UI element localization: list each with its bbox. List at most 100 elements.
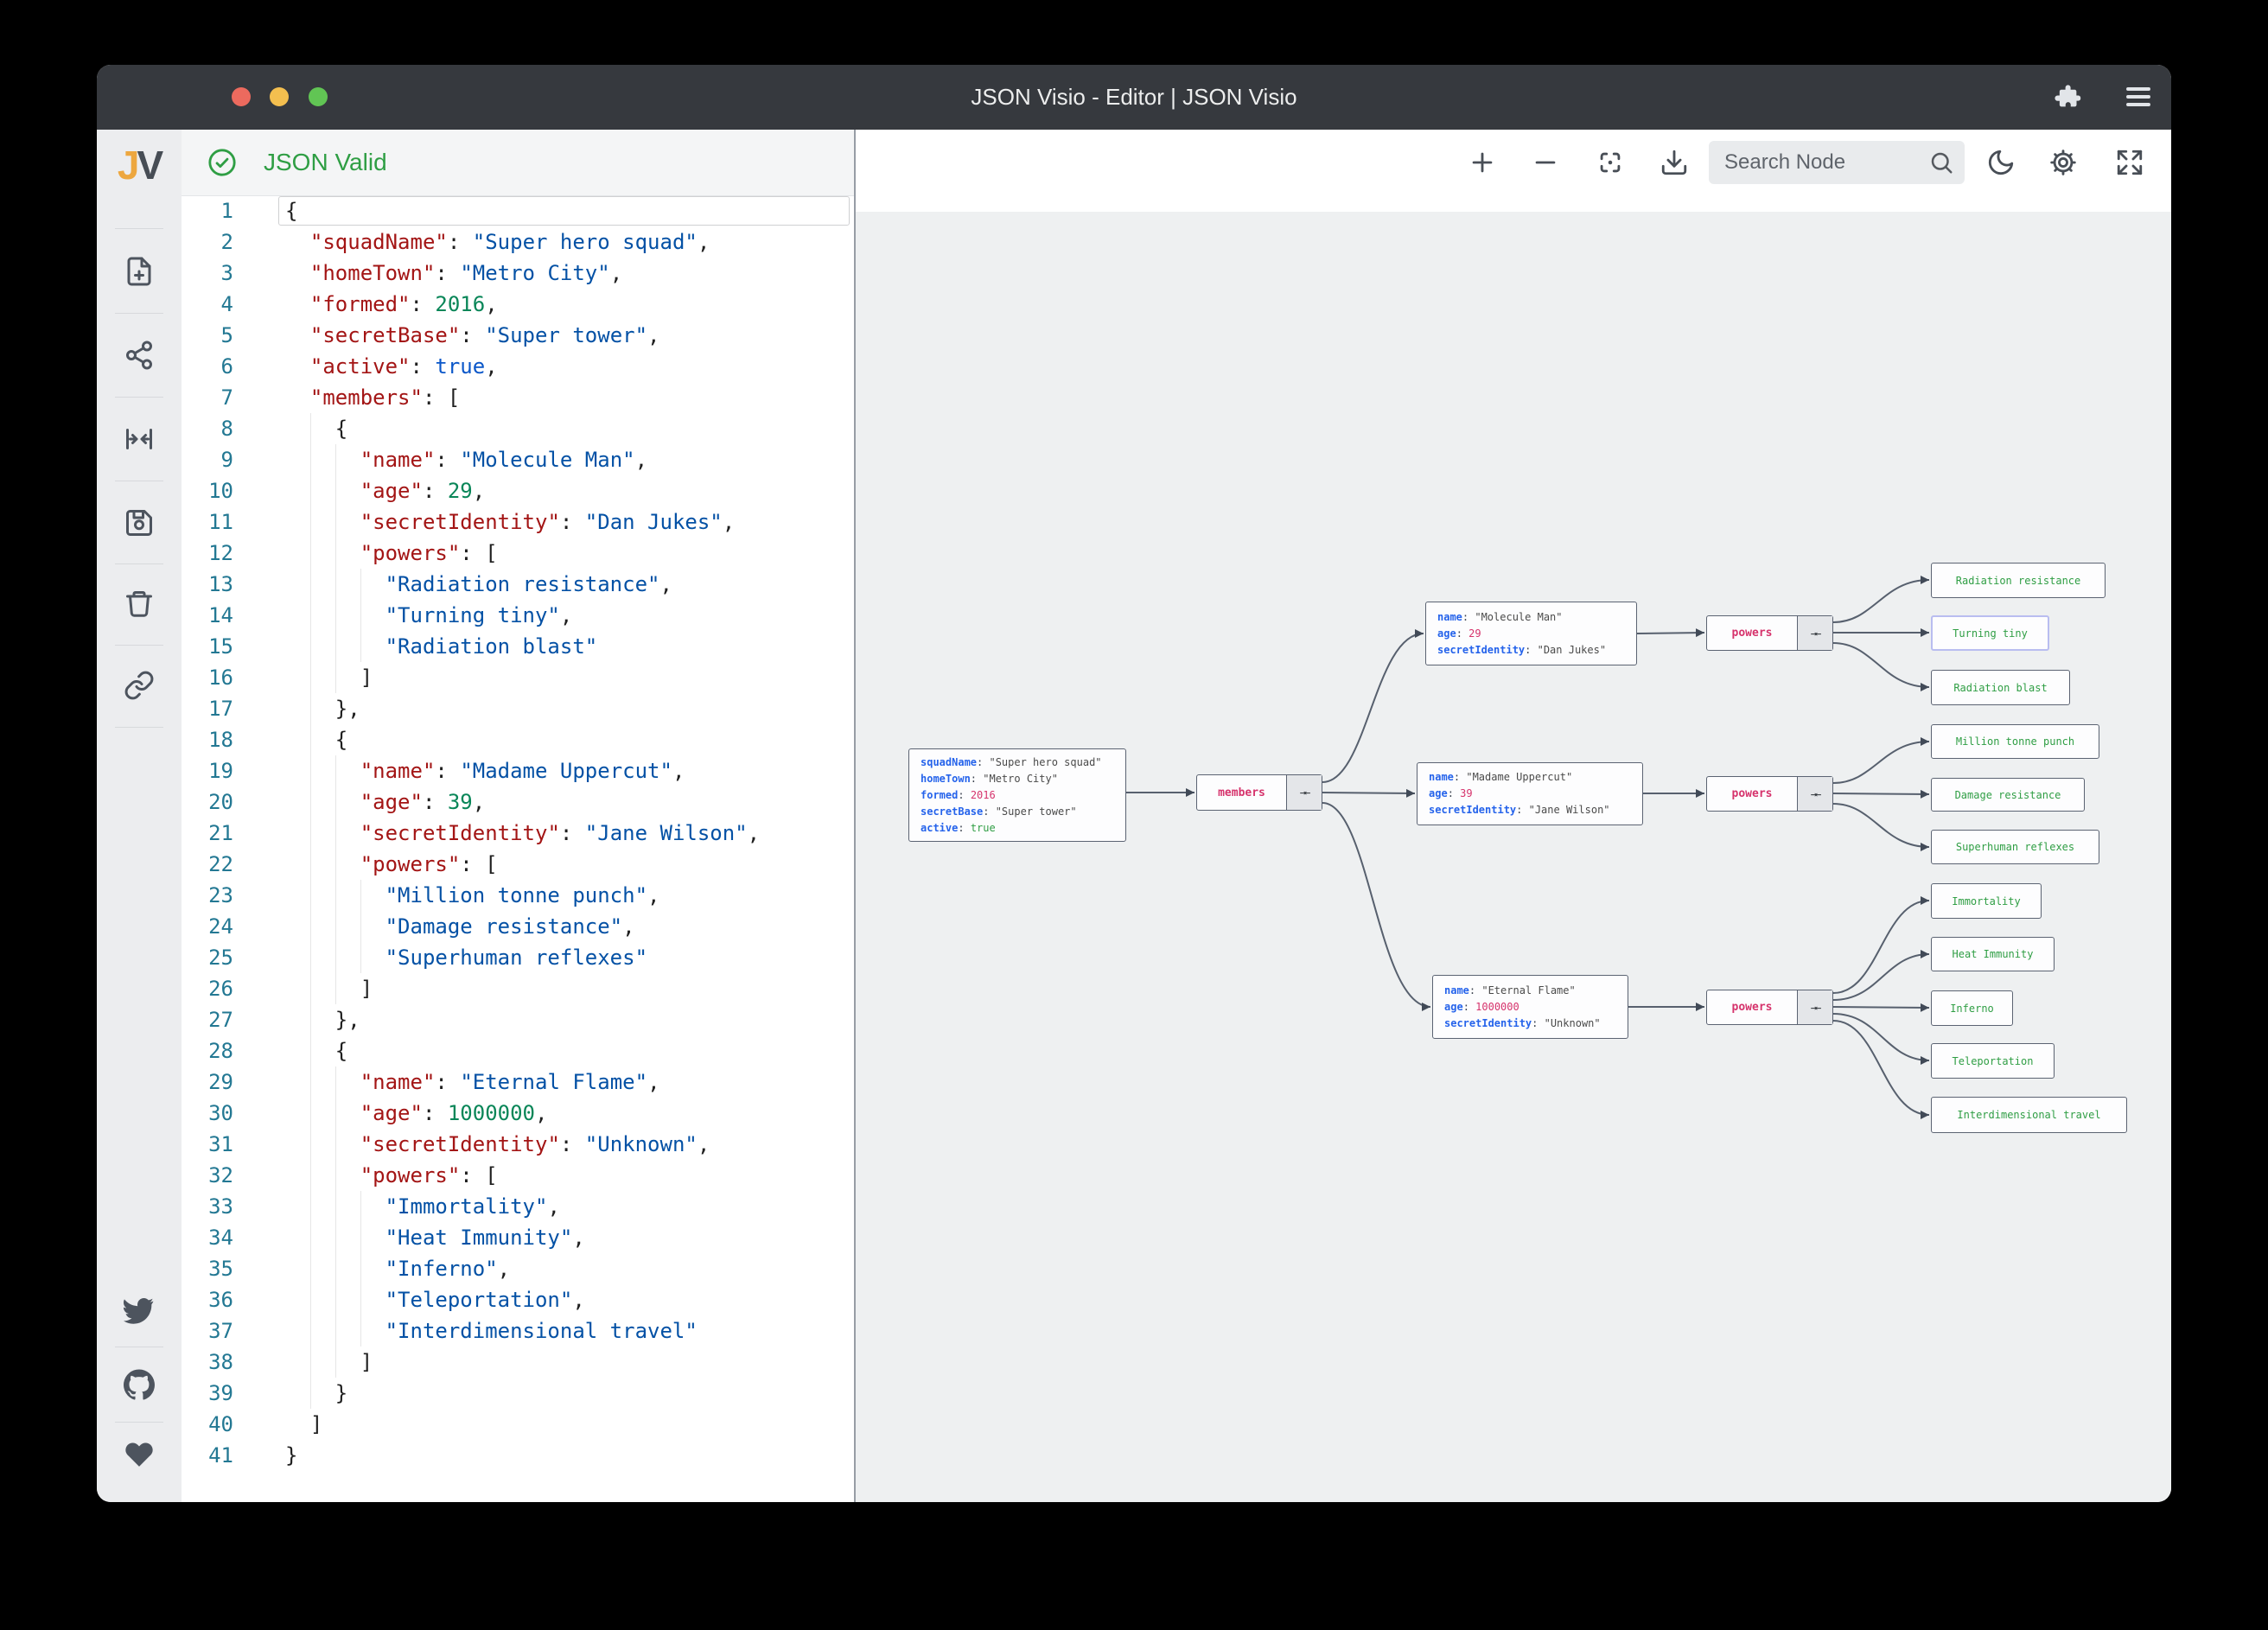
search-input[interactable] <box>1709 141 1932 184</box>
line-number: 12 <box>208 541 233 565</box>
download-icon[interactable] <box>1660 148 1689 177</box>
fullscreen-icon[interactable] <box>2115 148 2144 177</box>
settings-gear-icon[interactable] <box>2048 148 2078 177</box>
editor-line: 20 "age": 39, <box>182 786 854 818</box>
indent-guide <box>334 1253 336 1284</box>
collapse-button[interactable]: →← <box>1797 777 1832 811</box>
puzzle-icon[interactable] <box>2052 81 2083 112</box>
search-icon[interactable] <box>1928 150 1954 175</box>
graph-node-leaf-radiation-resistance[interactable]: Radiation resistance <box>1931 563 2106 598</box>
editor-line: 24 "Damage resistance", <box>182 911 854 942</box>
app-logo[interactable]: JV <box>97 142 182 188</box>
edge-members-to-member-eternal-flame <box>1322 802 1431 1011</box>
indent-guide <box>360 1315 361 1347</box>
json-editor[interactable]: 1{2 "squadName": "Super hero squad", 3 "h… <box>182 195 854 1502</box>
line-number: 19 <box>208 759 233 783</box>
indent-guide <box>334 662 336 693</box>
graph-node-leaf-teleportation[interactable]: Teleportation <box>1931 1043 2055 1079</box>
twitter-icon[interactable] <box>123 1296 155 1327</box>
edge-powers-2-to-leaf-damage-resistance <box>1832 789 1930 799</box>
editor-line: 7 "members": [ <box>182 382 854 413</box>
line-number: 14 <box>208 603 233 627</box>
editor-line: 12 "powers": [ <box>182 538 854 569</box>
graph-node-powers-2[interactable]: powers →← <box>1706 776 1833 812</box>
graph-node-leaf-superhuman-reflexes[interactable]: Superhuman reflexes <box>1931 830 2099 864</box>
collapse-button[interactable]: →← <box>1797 616 1832 650</box>
graph-node-leaf-turning-tiny[interactable]: Turning tiny <box>1931 615 2049 651</box>
github-icon[interactable] <box>124 1369 155 1400</box>
graph-node-member-molecule-man[interactable]: name: "Molecule Man" age: 29 secretIdentit… <box>1425 602 1637 665</box>
save-icon[interactable] <box>124 507 155 538</box>
indent-guide <box>309 506 311 538</box>
indent-guide <box>334 849 336 880</box>
focus-center-icon[interactable] <box>1596 148 1625 177</box>
line-number: 21 <box>208 821 233 845</box>
dark-mode-moon-icon[interactable] <box>1986 148 2016 177</box>
indent-guide <box>360 880 361 911</box>
line-number: 10 <box>208 479 233 503</box>
line-number: 15 <box>208 634 233 659</box>
trash-icon[interactable] <box>124 589 155 620</box>
indent-guide <box>334 475 336 506</box>
menu-icon[interactable] <box>2123 81 2154 112</box>
indent-guide <box>309 755 311 786</box>
indent-guide <box>309 600 311 631</box>
link-icon[interactable] <box>124 670 155 701</box>
line-number: 35 <box>208 1257 233 1281</box>
zoom-out-icon[interactable] <box>1531 148 1560 177</box>
graph-node-member-madame-uppercut[interactable]: name: "Madame Uppercut" age: 39 secretIden… <box>1417 762 1643 825</box>
editor-line: 35 "Inferno", <box>182 1253 854 1284</box>
heart-icon[interactable] <box>124 1439 155 1470</box>
indent-guide <box>309 1160 311 1191</box>
graph-node-leaf-immortality[interactable]: Immortality <box>1931 883 2042 919</box>
line-number: 33 <box>208 1194 233 1219</box>
indent-guide <box>360 569 361 600</box>
line-number: 25 <box>208 946 233 970</box>
graph-panel[interactable]: squadName: "Super hero squad" homeTown: "… <box>856 130 2171 1502</box>
status-label: JSON Valid <box>264 149 387 175</box>
graph-node-leaf-inferno[interactable]: Inferno <box>1931 990 2013 1026</box>
editor-line: 38 ] <box>182 1347 854 1378</box>
editor-line: 21 "secretIdentity": "Jane Wilson", <box>182 818 854 849</box>
graph-node-leaf-damage-resistance[interactable]: Damage resistance <box>1931 778 2085 812</box>
indent-guide <box>309 538 311 569</box>
sidebar-divider <box>115 228 163 229</box>
graph-node-leaf-heat-immunity[interactable]: Heat Immunity <box>1931 937 2055 971</box>
indent-guide <box>334 786 336 818</box>
graph-node-leaf-million-tonne-punch[interactable]: Million tonne punch <box>1931 724 2099 759</box>
editor-line: 31 "secretIdentity": "Unknown", <box>182 1129 854 1160</box>
share-icon[interactable] <box>124 340 155 371</box>
graph-node-member-eternal-flame[interactable]: name: "Eternal Flame" age: 1000000 secretI… <box>1432 975 1628 1039</box>
graph-node-members[interactable]: members →← <box>1196 774 1322 811</box>
app-window: JSON Visio - Editor | JSON Visio JV JSON… <box>97 65 2171 1502</box>
editor-line: 25 "Superhuman reflexes" <box>182 942 854 973</box>
edge-powers-3-to-leaf-teleportation <box>1832 1013 1930 1065</box>
line-number: 41 <box>208 1443 233 1468</box>
collapse-button[interactable]: →← <box>1797 990 1832 1024</box>
line-number: 32 <box>208 1163 233 1187</box>
edge-powers-1-to-leaf-radiation-blast <box>1832 642 1930 691</box>
fit-view-icon[interactable] <box>124 423 155 455</box>
graph-node-leaf-interdimensional-travel[interactable]: Interdimensional travel <box>1931 1097 2127 1133</box>
line-number: 28 <box>208 1039 233 1063</box>
zoom-in-icon[interactable] <box>1468 148 1497 177</box>
line-number: 13 <box>208 572 233 596</box>
indent-guide <box>334 1098 336 1129</box>
indent-guide <box>309 786 311 818</box>
line-number: 8 <box>220 417 233 441</box>
graph-node-leaf-radiation-blast[interactable]: Radiation blast <box>1931 670 2070 705</box>
edge-members-to-member-molecule-man <box>1322 629 1424 783</box>
line-number: 24 <box>208 914 233 939</box>
indent-guide <box>334 1129 336 1160</box>
line-number: 20 <box>208 790 233 814</box>
graph-node-root[interactable]: squadName: "Super hero squad" homeTown: "… <box>908 748 1126 842</box>
graph-node-powers-3[interactable]: powers →← <box>1706 990 1833 1025</box>
collapse-button[interactable]: →← <box>1286 775 1322 810</box>
line-number: 1 <box>220 199 233 223</box>
indent-guide <box>309 662 311 693</box>
editor-line: 9 "name": "Molecule Man", <box>182 444 854 475</box>
sidebar: JV <box>97 130 182 1502</box>
line-number: 11 <box>208 510 233 534</box>
graph-node-powers-1[interactable]: powers →← <box>1706 615 1833 651</box>
file-plus-icon[interactable] <box>124 256 155 287</box>
